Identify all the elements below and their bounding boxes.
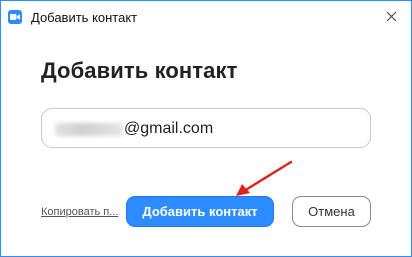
copy-invite-link[interactable]: Копировать п...: [41, 206, 118, 218]
window-title: Добавить контакт: [31, 10, 138, 25]
zoom-camera-icon: [8, 10, 22, 24]
email-field-value: @gmail.com: [124, 120, 214, 137]
red-arrow-annotation: [236, 160, 293, 196]
obscured-email-prefix: [55, 123, 123, 136]
add-contact-button[interactable]: Добавить контакт: [126, 196, 274, 227]
add-contact-window: Добавить контакт Добавить контакт @gmail…: [0, 0, 412, 257]
title-bar: Добавить контакт: [1, 1, 411, 35]
cancel-button[interactable]: Отмена: [292, 196, 371, 227]
close-icon: [386, 11, 396, 21]
close-button[interactable]: [377, 4, 405, 28]
email-field[interactable]: @gmail.com: [41, 108, 371, 148]
arrow-shaft: [242, 160, 293, 193]
dialog-heading: Добавить контакт: [41, 58, 238, 83]
